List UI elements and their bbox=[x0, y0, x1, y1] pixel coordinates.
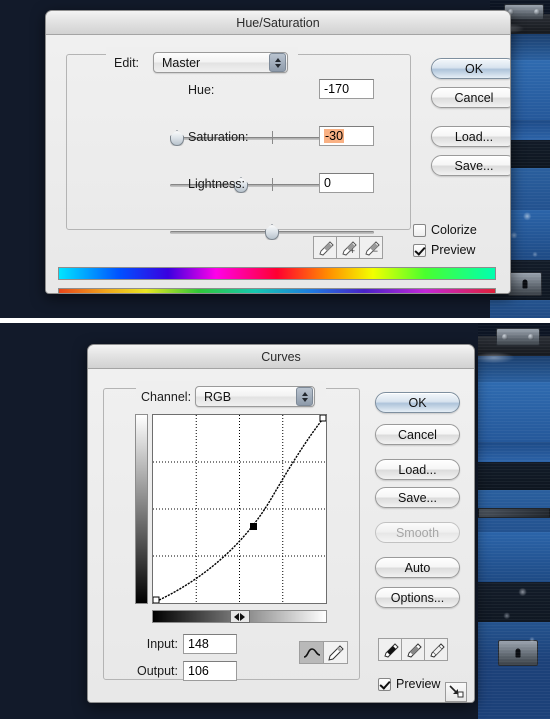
channel-dropdown-value: RGB bbox=[204, 389, 232, 404]
checkbox-box bbox=[378, 677, 391, 691]
saturation-value-text: -30 bbox=[324, 129, 345, 143]
lightness-label: Lightness: bbox=[188, 177, 245, 191]
eyedropper-plus-icon[interactable]: + bbox=[336, 236, 360, 259]
trunk-rivet bbox=[528, 334, 534, 340]
resize-grip-button[interactable] bbox=[445, 682, 467, 702]
lightness-value-input[interactable]: 0 bbox=[319, 173, 374, 193]
input-label: Input: bbox=[146, 637, 178, 651]
hue-saturation-titlebar[interactable]: Hue/Saturation bbox=[46, 11, 510, 35]
lightness-slider-thumb[interactable] bbox=[265, 224, 279, 240]
checkbox-box bbox=[413, 243, 426, 257]
curves-auto-button[interactable]: Auto bbox=[375, 557, 460, 578]
background-photo-bottom bbox=[478, 322, 550, 719]
curve-endpoint-white bbox=[319, 415, 326, 422]
input-value-text: 148 bbox=[188, 637, 209, 651]
curves-preview-checkbox[interactable]: Preview bbox=[378, 677, 440, 691]
output-gradient-bar bbox=[135, 414, 148, 604]
trunk-rivet bbox=[534, 9, 540, 15]
output-value-field[interactable]: 106 bbox=[183, 661, 237, 681]
plus-sign: + bbox=[349, 246, 355, 256]
curves-graph[interactable] bbox=[152, 414, 327, 604]
trunk-lock bbox=[508, 272, 542, 296]
curves-save-button[interactable]: Save... bbox=[375, 487, 460, 508]
preview-label: Preview bbox=[431, 243, 476, 257]
colorize-label: Colorize bbox=[431, 223, 477, 237]
trunk-hinge bbox=[496, 328, 540, 346]
colorize-checkbox[interactable]: Colorize bbox=[413, 223, 477, 237]
input-value-field[interactable]: 148 bbox=[183, 634, 237, 654]
edit-master-dropdown[interactable]: Master bbox=[153, 52, 288, 73]
curves-cancel-button[interactable]: Cancel bbox=[375, 424, 460, 445]
hue-value-input[interactable]: -170 bbox=[319, 79, 374, 99]
minus-sign: − bbox=[372, 246, 378, 256]
checkbox-box bbox=[413, 223, 426, 237]
hue-spectrum-bar-result bbox=[58, 288, 496, 293]
edit-dropdown-value: Master bbox=[162, 55, 201, 70]
output-value-text: 106 bbox=[188, 664, 209, 678]
curves-plot bbox=[153, 415, 326, 603]
hue-spectrum-bar-source bbox=[58, 267, 496, 280]
hs-ok-button[interactable]: OK bbox=[431, 58, 510, 79]
chevron-updown-icon bbox=[269, 53, 286, 72]
curves-titlebar[interactable]: Curves bbox=[88, 345, 474, 369]
hs-eyedropper-group: + − bbox=[313, 236, 383, 259]
eyedropper-minus-icon[interactable]: − bbox=[359, 236, 383, 259]
trunk-band bbox=[478, 508, 550, 518]
hs-preview-checkbox[interactable]: Preview bbox=[413, 243, 475, 257]
hue-label: Hue: bbox=[188, 83, 215, 97]
keyhole-icon bbox=[515, 648, 521, 658]
curve-tool-group bbox=[299, 641, 348, 664]
eyedropper-gray-point-icon[interactable] bbox=[401, 638, 425, 661]
curves-body: Channel: RGB Input: 148 Output: 106 OK C… bbox=[88, 369, 474, 702]
curves-eyedropper-group bbox=[378, 638, 448, 661]
keyhole-icon bbox=[522, 279, 528, 289]
hue-saturation-dialog: Hue/Saturation Edit: Master Hue: -170 Sa… bbox=[45, 10, 511, 294]
hue-slider-thumb[interactable] bbox=[170, 130, 184, 146]
hue-value-text: -170 bbox=[324, 82, 350, 96]
gradient-direction-toggle[interactable] bbox=[229, 610, 250, 623]
curves-load-button[interactable]: Load... bbox=[375, 459, 460, 480]
screenshot-divider bbox=[0, 318, 550, 323]
trunk-lock bbox=[498, 640, 538, 666]
channel-dropdown[interactable]: RGB bbox=[195, 386, 315, 407]
hue-slider-center-tick bbox=[272, 131, 273, 144]
curve-control-point-selected bbox=[250, 523, 257, 530]
pencil-tool-icon[interactable] bbox=[323, 641, 348, 664]
resize-arrow-icon bbox=[448, 685, 463, 698]
channel-label: Channel: bbox=[141, 390, 192, 404]
hs-cancel-button[interactable]: Cancel bbox=[431, 87, 510, 108]
curves-dialog: Curves Channel: RGB Input: 148 Output: 1… bbox=[87, 344, 475, 703]
eyedropper-white-point-icon[interactable] bbox=[424, 638, 448, 661]
curves-ok-button[interactable]: OK bbox=[375, 392, 460, 413]
curves-options-button[interactable]: Options... bbox=[375, 587, 460, 608]
curves-gridlines bbox=[153, 415, 326, 603]
saturation-slider-center-tick bbox=[272, 178, 273, 191]
saturation-value-input[interactable]: -30 bbox=[319, 126, 374, 146]
eyedropper-black-point-icon[interactable] bbox=[378, 638, 402, 661]
preview-label: Preview bbox=[396, 677, 441, 691]
input-gradient-bar bbox=[152, 610, 327, 623]
lightness-value-text: 0 bbox=[324, 176, 331, 190]
chevron-updown-icon bbox=[296, 387, 313, 406]
hs-load-button[interactable]: Load... bbox=[431, 126, 510, 147]
hue-saturation-body: Edit: Master Hue: -170 Saturation: -30 L… bbox=[46, 35, 510, 293]
saturation-label: Saturation: bbox=[188, 130, 249, 144]
curve-endpoint-black bbox=[153, 596, 160, 603]
curve-tool-icon[interactable] bbox=[299, 641, 324, 664]
hs-save-button[interactable]: Save... bbox=[431, 155, 510, 176]
curves-smooth-button[interactable]: Smooth bbox=[375, 522, 460, 543]
eyedropper-icon[interactable] bbox=[313, 236, 337, 259]
output-label: Output: bbox=[137, 664, 178, 678]
edit-label: Edit: bbox=[114, 56, 140, 70]
trunk-rivet bbox=[502, 334, 508, 340]
